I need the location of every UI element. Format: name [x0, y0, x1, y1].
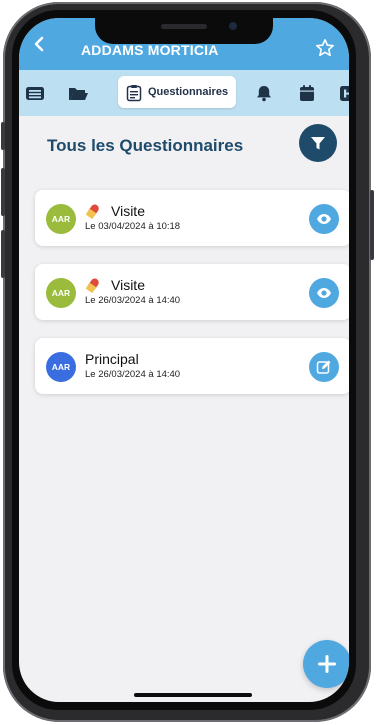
clipboard-icon [126, 85, 142, 102]
card-title: Principal [85, 351, 139, 367]
phone-camera [229, 22, 237, 30]
card-date: Le 26/03/2024 à 14:40 [85, 369, 181, 380]
star-icon[interactable] [315, 38, 335, 58]
plus-icon [318, 655, 336, 673]
view-button[interactable] [309, 278, 339, 308]
card-date: Le 03/04/2024 à 10:18 [85, 221, 181, 232]
card-title: Visite [111, 277, 145, 293]
questionnaire-card-2[interactable]: AAR Visite Le 26/03/2024 à 14:40 [35, 264, 349, 320]
eye-icon [317, 288, 331, 298]
questionnaire-card-1[interactable]: AAR Visite Le 03/04/2024 à 10:18 [35, 190, 349, 246]
app-header: ADDAMS MORTICIA [19, 18, 349, 70]
tab-questionnaires[interactable]: Questionnaires [118, 76, 236, 108]
add-button[interactable] [303, 640, 349, 688]
filter-icon [311, 137, 325, 150]
bell-icon[interactable] [253, 82, 275, 104]
section-title: Tous les Questionnaires [47, 136, 244, 155]
app-screen: ADDAMS MORTICIA Questionnaires Tous les … [19, 18, 349, 702]
phone-notch [95, 18, 273, 44]
card-date: Le 26/03/2024 à 14:40 [85, 295, 181, 306]
pill-icon [85, 278, 99, 293]
home-indicator [134, 693, 252, 697]
phone-volume-up-button [1, 168, 5, 216]
edit-icon [316, 360, 331, 374]
pill-icon [85, 204, 99, 219]
card-title: Visite [111, 203, 145, 219]
calendar-icon[interactable] [296, 82, 318, 104]
edit-button[interactable] [309, 352, 339, 382]
folder-open-icon[interactable] [67, 82, 89, 104]
avatar: AAR [46, 204, 76, 234]
filter-button[interactable] [299, 124, 337, 162]
avatar: AAR [46, 278, 76, 308]
phone-volume-down-button [1, 230, 5, 278]
page-title: ADDAMS MORTICIA [81, 42, 219, 58]
tab-bar: Questionnaires [19, 70, 349, 116]
h-box-icon[interactable] [337, 82, 349, 104]
questionnaire-card-3[interactable]: AAR Principal Le 26/03/2024 à 14:40 [35, 338, 349, 394]
eye-icon [317, 214, 331, 224]
tab-questionnaires-label: Questionnaires [148, 86, 229, 98]
list-icon[interactable] [24, 82, 46, 104]
phone-speaker [161, 24, 207, 29]
back-arrow-icon[interactable] [33, 36, 45, 52]
phone-side-button [1, 122, 5, 150]
avatar: AAR [46, 352, 76, 382]
phone-power-button [370, 190, 374, 260]
view-button[interactable] [309, 204, 339, 234]
